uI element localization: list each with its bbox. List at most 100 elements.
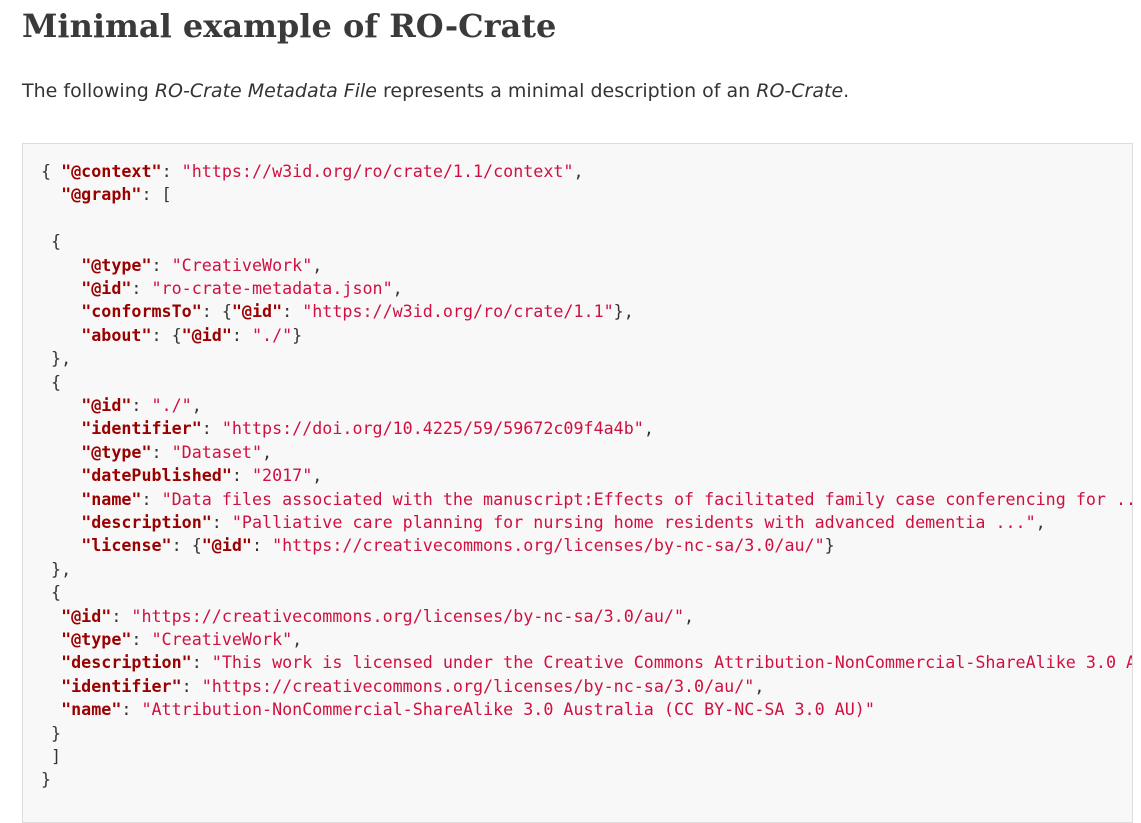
- json-string: "https://creativecommons.org/licenses/by…: [272, 535, 825, 556]
- json-key: "@id": [61, 605, 112, 626]
- code-line: "@id": "./",: [41, 394, 202, 417]
- json-punctuation: [41, 512, 81, 532]
- intro-term-ro-crate: RO-Crate: [756, 80, 844, 102]
- json-string: "Dataset": [171, 441, 263, 462]
- json-key: "identifier": [81, 418, 202, 439]
- json-key: "@context": [61, 161, 162, 181]
- json-punctuation: : {: [171, 535, 202, 556]
- json-punctuation: : [: [141, 184, 172, 205]
- json-punctuation: :: [151, 441, 172, 462]
- json-punctuation: ,: [573, 161, 584, 181]
- json-string: "ro-crate-metadata.json": [151, 278, 393, 298]
- json-punctuation: :: [131, 629, 152, 649]
- code-line: "name": "Data files associated with the …: [41, 488, 1132, 511]
- json-key: "@id": [81, 395, 132, 415]
- json-punctuation: [41, 465, 81, 485]
- json-punctuation: ,: [312, 465, 323, 486]
- json-key: "@id": [231, 301, 283, 322]
- code-line: "identifier": "https://doi.org/10.4225/5…: [41, 417, 654, 440]
- json-key: "@id": [81, 278, 132, 298]
- intro-term-metadata-file: RO-Crate Metadata File: [154, 80, 377, 102]
- json-punctuation: ,: [392, 278, 403, 298]
- json-punctuation: [41, 184, 61, 204]
- json-punctuation: },: [41, 348, 72, 369]
- json-punctuation: :: [131, 395, 152, 415]
- json-punctuation: }: [41, 769, 52, 790]
- json-punctuation: [41, 418, 81, 438]
- json-punctuation: [41, 395, 81, 415]
- json-key: "@type": [81, 254, 152, 275]
- json-punctuation: ,: [312, 254, 323, 275]
- code-line: "@type": "CreativeWork",: [41, 628, 302, 651]
- json-key: "name": [81, 488, 142, 509]
- json-key: "conformsTo": [81, 301, 202, 322]
- json-punctuation: ,: [292, 629, 303, 649]
- intro-paragraph: The following RO-Crate Metadata File rep…: [22, 76, 849, 106]
- json-punctuation: [41, 652, 61, 672]
- code-line: "@id": "ro-crate-metadata.json",: [41, 277, 403, 300]
- json-punctuation: :: [121, 699, 142, 720]
- code-line: "license": {"@id": "https://creativecomm…: [41, 534, 835, 557]
- code-line: },: [41, 558, 71, 581]
- json-punctuation: [41, 699, 61, 719]
- code-line: ]: [41, 745, 61, 768]
- code-line: "datePublished": "2017",: [41, 464, 322, 487]
- json-string: "https://creativecommons.org/licenses/by…: [131, 605, 684, 626]
- json-punctuation: ,: [754, 675, 765, 696]
- json-punctuation: [41, 301, 81, 321]
- json-punctuation: ]: [41, 746, 62, 766]
- json-string: "This work is licensed under the Creativ…: [211, 652, 1133, 673]
- json-key: "datePublished": [81, 465, 232, 486]
- code-block[interactable]: { "@context": "https://w3id.org/ro/crate…: [22, 143, 1133, 823]
- json-punctuation: :: [201, 418, 222, 439]
- code-line: "about": {"@id": "./"}: [41, 324, 302, 347]
- json-punctuation: {: [41, 371, 62, 392]
- page-title: Minimal example of RO-Crate: [22, 7, 557, 45]
- code-line: {: [41, 371, 61, 394]
- intro-text-middle: represents a minimal description of an: [376, 80, 757, 102]
- json-punctuation: [41, 606, 61, 626]
- json-punctuation: [41, 325, 81, 345]
- json-punctuation: [41, 676, 61, 696]
- code-line: "description": "Palliative care planning…: [41, 511, 1046, 534]
- json-punctuation: ,: [191, 395, 202, 415]
- json-punctuation: },: [41, 558, 72, 579]
- json-punctuation: {: [41, 231, 62, 252]
- json-punctuation: : {: [201, 301, 232, 322]
- code-line: "@id": "https://creativecommons.org/lice…: [41, 605, 694, 628]
- json-punctuation: }: [824, 535, 835, 556]
- json-string: "Palliative care planning for nursing ho…: [231, 512, 1036, 532]
- json-key: "@id": [181, 324, 232, 345]
- json-string: "https://doi.org/10.4225/59/59672c09f4a4…: [221, 418, 644, 439]
- json-string: "https://w3id.org/ro/crate/1.1": [302, 301, 614, 322]
- json-punctuation: {: [41, 582, 62, 603]
- code-line: "conformsTo": {"@id": "https://w3id.org/…: [41, 300, 634, 323]
- json-punctuation: [41, 535, 81, 555]
- json-string: "./": [251, 324, 293, 345]
- json-key: "@graph": [61, 184, 142, 205]
- json-punctuation: ,: [643, 418, 654, 439]
- json-punctuation: }: [41, 722, 62, 743]
- json-punctuation: :: [161, 161, 182, 181]
- json-punctuation: : {: [151, 324, 182, 345]
- code-line: "name": "Attribution-NonCommercial-Share…: [41, 698, 875, 721]
- json-punctuation: :: [151, 254, 172, 275]
- json-punctuation: [41, 278, 81, 298]
- json-key: "@type": [61, 629, 132, 649]
- json-key: "@id": [201, 535, 252, 556]
- json-key: "name": [61, 699, 122, 720]
- code-line: "@type": "Dataset",: [41, 441, 272, 464]
- json-punctuation: }: [292, 324, 303, 345]
- json-punctuation: [41, 442, 81, 462]
- json-key: "description": [61, 652, 192, 673]
- code-line: "@graph": [: [41, 183, 172, 206]
- json-punctuation: ,: [684, 605, 695, 626]
- json-string: "CreativeWork": [151, 629, 293, 649]
- code-line: {: [41, 230, 61, 253]
- json-punctuation: :: [211, 512, 232, 532]
- json-key: "license": [81, 535, 172, 556]
- json-punctuation: :: [181, 675, 202, 696]
- json-punctuation: :: [231, 324, 252, 345]
- json-key: "about": [81, 324, 152, 345]
- json-punctuation: :: [141, 488, 162, 509]
